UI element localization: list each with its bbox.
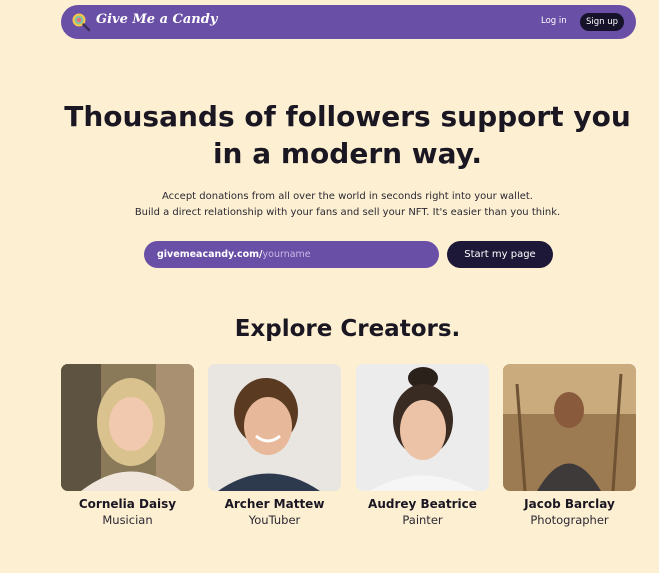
hero-subtitle-line-2: Build a direct relationship with your fa… bbox=[134, 207, 561, 218]
brand-name[interactable]: Give Me a Candy bbox=[96, 12, 217, 27]
creator-role: YouTuber bbox=[248, 513, 301, 527]
top-navbar: Give Me a Candy Log in Sign up bbox=[61, 5, 636, 39]
creator-photo[interactable] bbox=[61, 364, 194, 491]
creator-card[interactable]: Audrey Beatrice Painter bbox=[356, 364, 489, 527]
creator-name: Jacob Barclay bbox=[524, 497, 615, 511]
creator-role: Musician bbox=[102, 513, 153, 527]
url-placeholder[interactable]: yourname bbox=[263, 249, 311, 260]
creator-photo[interactable] bbox=[356, 364, 489, 491]
login-link[interactable]: Log in bbox=[541, 16, 567, 26]
creator-name: Archer Mattew bbox=[224, 497, 325, 511]
creator-card[interactable]: Jacob Barclay Photographer bbox=[503, 364, 636, 527]
creator-card[interactable]: Archer Mattew YouTuber bbox=[208, 364, 341, 527]
start-my-page-button[interactable]: Start my page bbox=[447, 241, 553, 268]
lollipop-magnifier-icon[interactable] bbox=[71, 12, 91, 32]
hero-title: Thousands of followers support you in a … bbox=[64, 100, 631, 170]
username-url-input[interactable]: givemeacandy.com/yourname bbox=[144, 241, 439, 268]
creator-role: Painter bbox=[402, 513, 443, 527]
url-prefix: givemeacandy.com/ bbox=[157, 249, 263, 260]
signup-button[interactable]: Sign up bbox=[580, 13, 624, 31]
creator-name: Audrey Beatrice bbox=[368, 497, 477, 511]
explore-creators-heading: Explore Creators. bbox=[234, 316, 461, 342]
creator-name: Cornelia Daisy bbox=[78, 497, 177, 511]
hero-subtitle-line-1: Accept donations from all over the world… bbox=[162, 191, 533, 202]
creator-role: Photographer bbox=[530, 513, 609, 527]
creator-photo[interactable] bbox=[208, 364, 341, 491]
creator-card[interactable]: Cornelia Daisy Musician bbox=[61, 364, 194, 527]
creator-photo[interactable] bbox=[503, 364, 636, 491]
